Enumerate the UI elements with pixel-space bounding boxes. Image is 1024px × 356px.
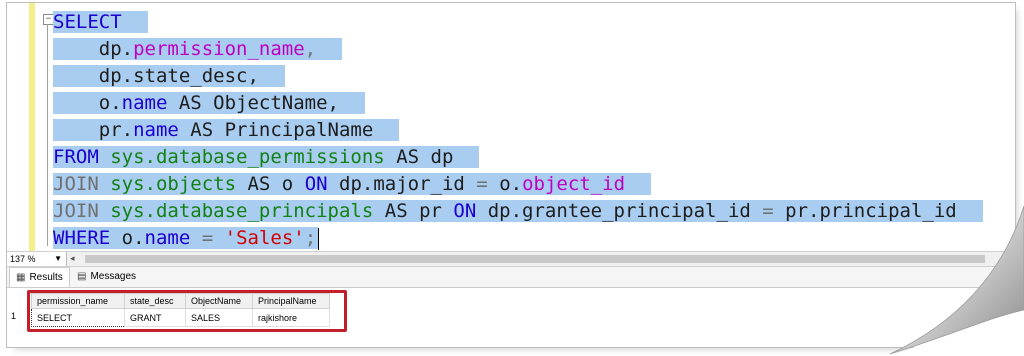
code-token: JOIN — [53, 173, 111, 195]
code-token: AS o — [236, 173, 305, 195]
code-line-7: JOIN sys.objects AS o ON dp.major_id = o… — [53, 171, 652, 198]
highlight-box — [27, 290, 347, 332]
editor-statusbar: 137 % ▼ ◂ — [7, 251, 1015, 267]
code-line-9: WHERE o.name = 'Sales'; — [53, 225, 320, 252]
code-token: ; — [304, 227, 317, 249]
horizontal-scrollbar[interactable] — [85, 255, 985, 263]
text-caret — [318, 227, 320, 250]
code-token: = — [476, 173, 488, 195]
change-indicator — [29, 3, 35, 251]
code-token: name — [121, 92, 168, 114]
results-grid: 1 permission_name state_desc ObjectName … — [7, 289, 1015, 347]
code-token: JOIN — [53, 200, 111, 222]
code-token: name — [144, 227, 191, 249]
chevron-down-icon: ▼ — [54, 254, 62, 263]
tab-label: Results — [29, 272, 63, 283]
code-token: dp.major_id — [327, 173, 477, 195]
code-token: AS ObjectName, — [167, 92, 339, 114]
code-line-6: FROM sys.database_permissions AS dp — [53, 144, 480, 171]
code-token: WHERE — [53, 227, 122, 249]
zoom-dropdown[interactable]: 137 % ▼ — [7, 252, 67, 266]
code-token: AS dp — [384, 146, 454, 168]
outline-line — [47, 24, 48, 246]
message-icon: ▤ — [77, 271, 87, 282]
tab-messages[interactable]: ▤ Messages — [71, 267, 142, 287]
editor-gutter — [7, 3, 40, 251]
results-tabs: ▦ Results ▤ Messages — [7, 267, 1015, 288]
tab-label: Messages — [90, 271, 137, 282]
code-token: dp.state_desc, — [53, 65, 259, 87]
code-token: AS PrincipalName — [178, 119, 374, 141]
code-token: pr. — [53, 119, 134, 141]
code-token: , — [304, 38, 317, 60]
code-token: 'Sales' — [224, 227, 305, 249]
ssms-window: − SELECT dp.permission_name, dp.state_de… — [6, 2, 1016, 348]
code-token: ON — [453, 200, 477, 222]
code-token: ON — [304, 173, 328, 195]
code-token: o. — [53, 92, 122, 114]
code-token: o. — [121, 227, 145, 249]
scroll-left-icon[interactable]: ◂ — [70, 254, 75, 264]
code-line-8: JOIN sys.database_principals AS pr ON dp… — [53, 198, 983, 225]
code-token: name — [133, 119, 179, 141]
code-token: SELECT — [53, 11, 122, 33]
code-token: FROM — [53, 146, 111, 168]
tab-results[interactable]: ▦ Results — [9, 267, 70, 287]
code-token: AS pr — [373, 200, 454, 222]
code-token: sys.database_principals — [110, 200, 374, 222]
code-token: = — [190, 227, 225, 249]
code-token: sys.database_permissions — [110, 146, 385, 168]
zoom-value: 137 % — [10, 254, 36, 264]
code-token: object_id — [522, 173, 626, 195]
code-line-1: SELECT — [53, 9, 148, 36]
code-line-2: dp.permission_name, — [53, 36, 343, 63]
page-curl — [884, 206, 1024, 356]
code-token: sys.objects — [110, 173, 237, 195]
code-token: dp. — [53, 38, 134, 60]
code-token: permission_name — [133, 38, 305, 60]
code-token: = — [762, 200, 774, 222]
code-line-5: pr.name AS PrincipalName — [53, 117, 400, 144]
code-line-4: o.name AS ObjectName, — [53, 90, 365, 117]
query-editor[interactable]: − SELECT dp.permission_name, dp.state_de… — [39, 3, 1015, 251]
row-number: 1 — [11, 311, 17, 321]
code-token: dp.grantee_principal_id — [476, 200, 763, 222]
code-token: o. — [487, 173, 523, 195]
grid-icon: ▦ — [16, 272, 26, 283]
code-line-3: dp.state_desc, — [53, 63, 285, 90]
